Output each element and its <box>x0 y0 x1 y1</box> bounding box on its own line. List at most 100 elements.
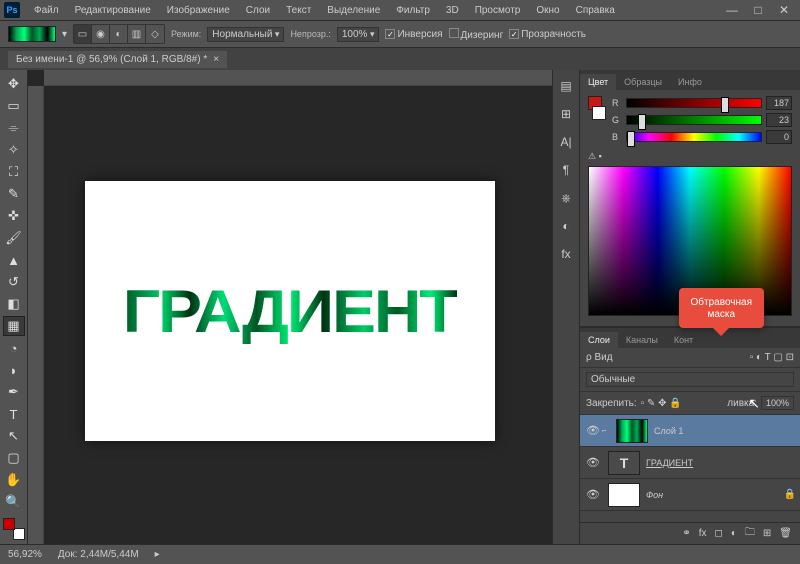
canvas-area[interactable]: ГРАДИЕНТ <box>28 70 552 544</box>
adjustment-icon[interactable]: ◐ <box>731 528 737 539</box>
hand-tool[interactable]: ✋ <box>3 470 25 490</box>
minimize-button[interactable]: — <box>720 2 744 18</box>
eraser-tool[interactable]: ◧ <box>3 294 25 314</box>
marquee-tool[interactable]: ▭ <box>3 96 25 116</box>
g-value[interactable]: 23 <box>766 113 792 127</box>
radial-gradient-button[interactable]: ◉ <box>92 25 110 43</box>
move-tool[interactable]: ✥ <box>3 74 25 94</box>
layer-name[interactable]: ГРАДИЕНТ <box>646 458 693 468</box>
link-layers-icon[interactable]: ⚭ <box>682 528 690 539</box>
layer-name[interactable]: Слой 1 <box>654 426 683 436</box>
character-panel-icon[interactable]: A| <box>556 132 576 152</box>
type-tool[interactable]: T <box>3 404 25 424</box>
document-tab-bar: Без имени-1 @ 56,9% (Слой 1, RGB/8#) * × <box>0 48 800 70</box>
paragraph-panel-icon[interactable]: ¶ <box>556 160 576 180</box>
history-panel-icon[interactable]: ▤ <box>556 76 576 96</box>
maximize-button[interactable]: □ <box>746 2 770 18</box>
tab-color[interactable]: Цвет <box>580 74 616 90</box>
layer-thumbnail[interactable] <box>608 483 640 507</box>
menu-window[interactable]: Окно <box>530 3 565 18</box>
visibility-icon[interactable]: 👁 <box>584 488 602 501</box>
properties-panel-icon[interactable]: ⊞ <box>556 104 576 124</box>
menu-image[interactable]: Изображение <box>161 3 236 18</box>
layer-row-1[interactable]: 👁 ⌐ Слой 1 <box>580 415 800 447</box>
layer-row-2[interactable]: 👁 T ГРАДИЕНТ <box>580 447 800 479</box>
menu-text[interactable]: Текст <box>280 3 317 18</box>
reflected-gradient-button[interactable]: ▥ <box>128 25 146 43</box>
doc-size[interactable]: Док: 2,44M/5,44M <box>58 549 139 560</box>
canvas-text: ГРАДИЕНТ <box>123 277 458 346</box>
lock-buttons[interactable]: ▫ ✎ ✥ 🔒 <box>641 398 682 409</box>
fx-icon[interactable]: fx <box>699 528 707 539</box>
menu-help[interactable]: Справка <box>570 3 621 18</box>
opacity-label: Непрозр.: <box>290 29 330 39</box>
b-value[interactable]: 0 <box>766 130 792 144</box>
layer-row-3[interactable]: 👁 Фон 🔒 <box>580 479 800 511</box>
opacity-dropdown[interactable]: 100% ▾ <box>337 27 380 42</box>
tab-channels[interactable]: Каналы <box>618 332 666 348</box>
wand-tool[interactable]: ✧ <box>3 140 25 160</box>
trash-icon[interactable]: 🗑 <box>779 528 792 539</box>
layers-panel-tabs: Слои Каналы Конт <box>580 328 800 348</box>
dodge-tool[interactable]: ◗ <box>3 360 25 380</box>
fg-bg-swatch[interactable] <box>3 518 25 540</box>
r-slider[interactable] <box>626 98 762 108</box>
visibility-icon[interactable]: 👁 <box>584 424 602 437</box>
new-layer-icon[interactable]: ⊞ <box>763 528 771 539</box>
zoom-tool[interactable]: 🔍 <box>3 492 25 512</box>
color-swatches[interactable] <box>588 96 606 120</box>
gradient-tool[interactable]: ▦ <box>3 316 25 336</box>
diamond-gradient-button[interactable]: ◇ <box>146 25 164 43</box>
blend-mode-dropdown[interactable]: Нормальный ▾ <box>207 27 284 42</box>
zoom-level[interactable]: 56,92% <box>8 549 42 560</box>
layer-thumbnail[interactable] <box>616 419 648 443</box>
close-tab-icon[interactable]: × <box>213 54 219 65</box>
stamp-tool[interactable]: ▲ <box>3 250 25 270</box>
blur-tool[interactable]: ◔ <box>3 338 25 358</box>
gradient-preset-swatch[interactable] <box>8 26 56 42</box>
layer-blend-dropdown[interactable]: Обычные <box>586 372 794 387</box>
reverse-checkbox[interactable]: Инверсия <box>385 29 442 40</box>
dropdown-icon[interactable]: ▾ <box>62 29 67 40</box>
transparency-checkbox[interactable]: Прозрачность <box>509 29 586 40</box>
layer-name[interactable]: Фон <box>646 490 663 500</box>
horizontal-ruler <box>44 70 552 86</box>
b-slider[interactable] <box>626 132 762 142</box>
brush-tool[interactable]: 🖌 <box>3 228 25 248</box>
menu-file[interactable]: Файл <box>28 3 65 18</box>
angle-gradient-button[interactable]: ◐ <box>110 25 128 43</box>
menu-filter[interactable]: Фильтр <box>390 3 436 18</box>
crop-tool[interactable]: ⛶ <box>3 162 25 182</box>
layer-thumbnail[interactable]: T <box>608 451 640 475</box>
tab-layers[interactable]: Слои <box>580 332 618 348</box>
group-icon[interactable]: 🗀 <box>745 525 755 542</box>
menu-view[interactable]: Просмотр <box>469 3 527 18</box>
menu-select[interactable]: Выделение <box>321 3 386 18</box>
path-tool[interactable]: ↖ <box>3 426 25 446</box>
r-value[interactable]: 187 <box>766 96 792 110</box>
document-tab[interactable]: Без имени-1 @ 56,9% (Слой 1, RGB/8#) * × <box>8 51 227 68</box>
close-button[interactable]: ✕ <box>772 2 796 18</box>
eyedropper-tool[interactable]: ✎ <box>3 184 25 204</box>
linear-gradient-button[interactable]: ▭ <box>74 25 92 43</box>
visibility-icon[interactable]: 👁 <box>584 456 602 469</box>
heal-tool[interactable]: ✜ <box>3 206 25 226</box>
adjustments-panel-icon[interactable]: ◐ <box>556 216 576 236</box>
fill-value[interactable]: 100% <box>761 396 794 410</box>
styles-panel-icon[interactable]: fx <box>556 244 576 264</box>
lasso-tool[interactable]: ⌯ <box>3 118 25 138</box>
menu-layer[interactable]: Слои <box>240 3 276 18</box>
tab-info[interactable]: Инфо <box>670 74 710 90</box>
history-brush-tool[interactable]: ↺ <box>3 272 25 292</box>
menu-edit[interactable]: Редактирование <box>69 3 157 18</box>
tab-paths[interactable]: Конт <box>666 332 701 348</box>
mask-icon[interactable]: ◻ <box>715 528 723 539</box>
brushes-panel-icon[interactable]: ⎈ <box>556 188 576 208</box>
layer-kind-filter[interactable]: ρ Вид <box>586 352 613 363</box>
menu-3d[interactable]: 3D <box>440 3 465 18</box>
pen-tool[interactable]: ✒ <box>3 382 25 402</box>
g-slider[interactable] <box>626 115 762 125</box>
tab-swatches[interactable]: Образцы <box>616 74 670 90</box>
dither-checkbox[interactable]: Дизеринг <box>449 28 504 41</box>
shape-tool[interactable]: ▢ <box>3 448 25 468</box>
